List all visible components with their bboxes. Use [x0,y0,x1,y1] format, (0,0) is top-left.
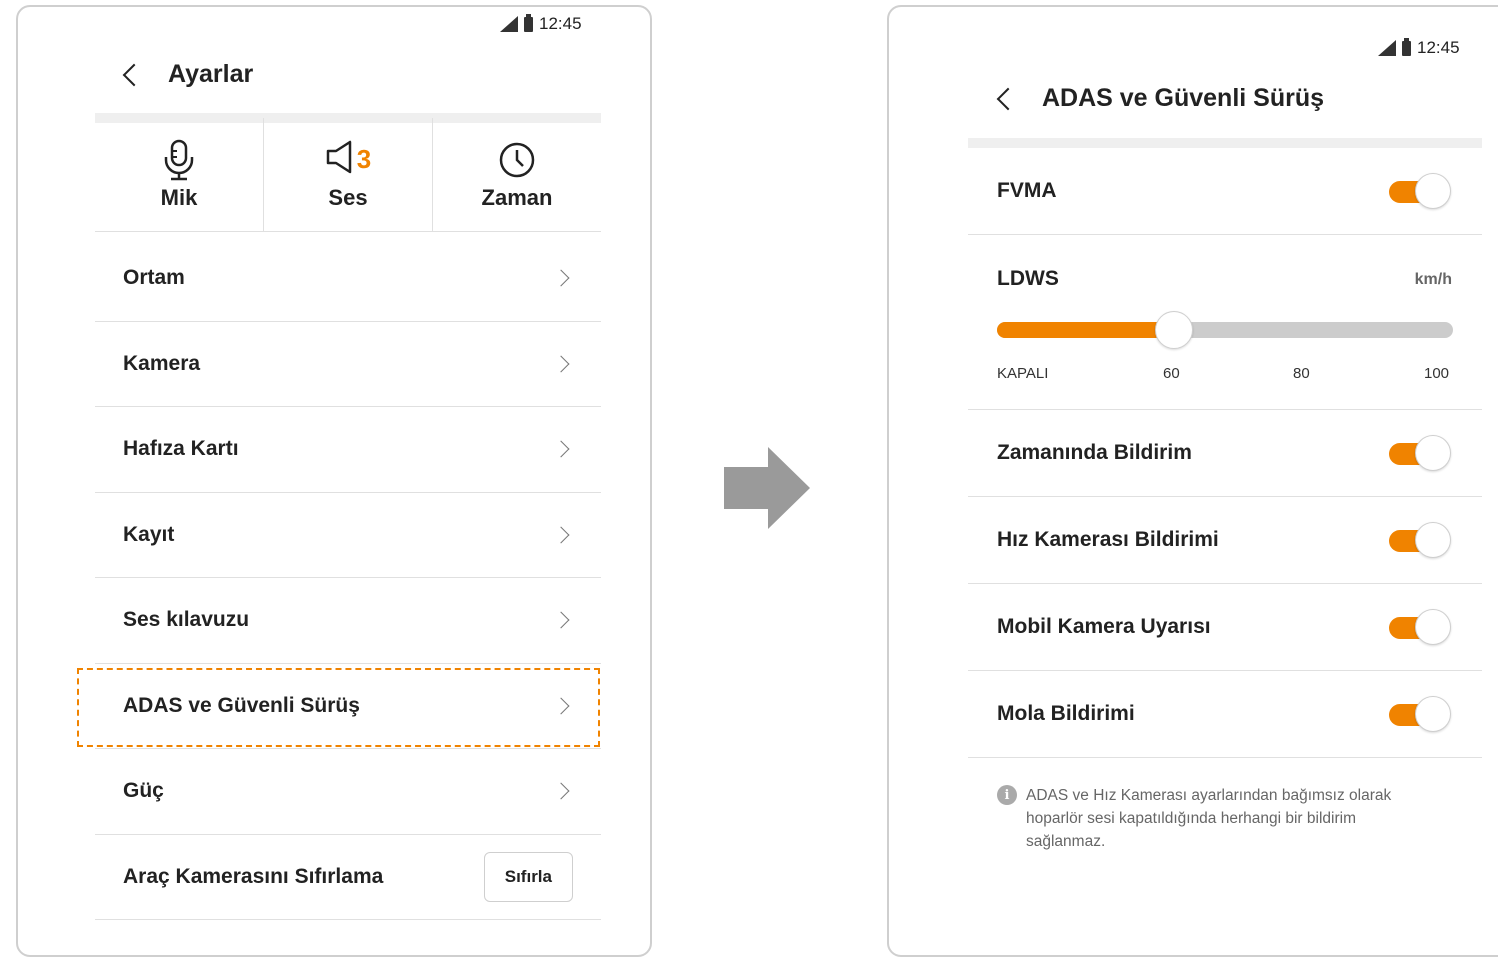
quick-settings-row: Mik 3 Ses Zaman [95,118,601,232]
setting-label: FVMA [997,179,1057,202]
setting-label: Hız Kamerası Bildirimi [997,528,1219,551]
info-note-text: ADAS ve Hız Kamerası ayarlarından bağıms… [1026,787,1392,850]
battery-icon [524,13,533,32]
speaker-volume-group: 3 [325,139,371,181]
mobil-kamera-toggle[interactable] [1387,608,1453,646]
status-time: 12:45 [539,14,582,33]
setting-row-ldws: LDWS km/h KAPALI 60 80 100 [968,235,1482,410]
speaker-icon [325,139,355,180]
adas-settings-list: FVMA LDWS km/h KAPALI 60 80 100 Zamanınd… [968,148,1482,758]
chevron-right-icon [552,440,570,458]
chevron-right-icon [552,355,570,373]
status-bar-right: 12:45 [1378,37,1460,58]
zamaninda-bildirim-toggle[interactable] [1387,434,1453,472]
menu-item-label: Hafıza Kartı [123,437,239,461]
quick-sound-label: Ses [328,184,368,210]
chevron-right-icon [552,611,570,629]
chevron-right-icon [552,782,570,800]
slider-tick-label: 80 [1293,365,1310,382]
menu-item-ses-kilavuzu[interactable]: Ses kılavuzu [95,578,601,664]
setting-row-mola-bildirimi: Mola Bildirimi [968,671,1482,758]
info-note: i ADAS ve Hız Kamerası ayarlarından bağı… [997,784,1437,853]
status-time: 12:45 [1417,38,1460,57]
setting-label: Zamanında Bildirim [997,441,1192,464]
setting-row-zamaninda-bildirim: Zamanında Bildirim [968,410,1482,497]
right-arrow-icon [724,447,810,529]
menu-item-ortam[interactable]: Ortam [95,236,601,322]
chevron-right-icon [552,269,570,287]
menu-item-kamera[interactable]: Kamera [95,322,601,407]
menu-item-kayit[interactable]: Kayıt [95,493,601,578]
setting-row-fvma: FVMA [968,148,1482,235]
setting-label: LDWS [997,267,1059,290]
microphone-icon [162,139,196,181]
settings-header: Ayarlar [122,60,254,89]
quick-time-button[interactable]: Zaman [433,118,601,231]
info-icon: i [997,785,1017,805]
back-arrow-icon[interactable] [122,63,146,86]
page-title: Ayarlar [168,60,254,88]
signal-icon [1378,40,1396,56]
volume-level-badge: 3 [356,144,372,174]
quick-sound-button[interactable]: 3 Ses [264,118,433,231]
signal-icon [500,16,518,32]
menu-item-label: Ortam [123,266,185,290]
slider-fill [997,322,1173,338]
slider-tick-label: 60 [1163,365,1180,382]
menu-item-hafiza-karti[interactable]: Hafıza Kartı [95,407,601,493]
battery-icon [1402,37,1411,56]
setting-row-mobil-kamera: Mobil Kamera Uyarısı [968,584,1482,671]
setting-row-hiz-kamerasi: Hız Kamerası Bildirimi [968,497,1482,584]
section-divider [968,138,1482,148]
back-arrow-icon[interactable] [996,87,1020,110]
menu-item-label: Kamera [123,351,201,375]
hiz-kamerasi-toggle[interactable] [1387,521,1453,559]
chevron-right-icon [552,526,570,544]
status-bar-left: 12:45 [500,13,582,34]
unit-label: km/h [1414,271,1452,288]
reset-button[interactable]: Sıfırla [483,851,573,902]
menu-item-label: Güç [123,779,164,803]
slider-thumb[interactable] [1155,311,1193,349]
fvma-toggle[interactable] [1387,172,1453,210]
setting-label: Mola Bildirimi [997,702,1135,725]
clock-icon [498,139,536,181]
menu-item-guc[interactable]: Güç [95,749,601,835]
slider-tick-label: KAPALI [997,365,1049,382]
ldws-speed-slider[interactable] [997,311,1453,349]
quick-mic-label: Mik [160,184,198,210]
settings-menu: Ortam Kamera Hafıza Kartı Kayıt Ses kıla… [95,236,601,920]
menu-item-label: Ses kılavuzu [123,608,250,632]
reset-label: Araç Kamerasını Sıfırlama [123,864,384,888]
menu-item-label: Kayıt [123,522,175,546]
quick-mic-button[interactable]: Mik [95,118,264,231]
selection-highlight [77,668,600,747]
page-title: ADAS ve Güvenli Sürüş [1042,84,1325,112]
mola-bildirimi-toggle[interactable] [1387,695,1453,733]
slider-tick-label: 100 [1424,365,1450,382]
quick-time-label: Zaman [481,184,553,210]
adas-header: ADAS ve Güvenli Sürüş [996,84,1325,113]
setting-label: Mobil Kamera Uyarısı [997,615,1211,638]
menu-item-reset: Araç Kamerasını Sıfırlama Sıfırla [95,835,601,920]
